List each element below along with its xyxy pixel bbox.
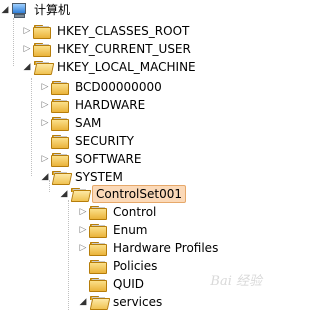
tree-item-policies[interactable]: Policies [78,257,159,275]
folder-icon [50,97,70,113]
tree-item-label: Control [113,205,157,219]
folder-icon [88,240,108,256]
tree-item-label: Policies [113,259,158,273]
tree-guide-line [68,200,69,310]
computer-icon [10,2,28,18]
folder-icon [50,115,70,131]
tree-guide-line [31,78,32,176]
tree-item-label: SECURITY [75,134,134,148]
folder-icon [32,23,52,39]
tree-item-label: QUID [113,277,145,291]
tree-item-label: SAM [75,116,102,130]
tree-item-hardware[interactable]: ▷ HARDWARE [40,96,147,114]
tree-guide-line [13,18,14,66]
tree-item-quid[interactable]: QUID [78,275,146,293]
tree-item-hkey-current-user[interactable]: ▷ HKEY_CURRENT_USER [22,40,193,58]
collapse-arrow-icon[interactable]: ◢ [22,58,32,76]
tree-item-bcd00000000[interactable]: ▷ BCD00000000 [40,78,164,96]
tree-item-security[interactable]: SECURITY [40,132,136,150]
tree-root-computer[interactable]: ◢ 计算机 [0,1,72,19]
watermark: Bai 经验 [210,274,262,289]
tree-item-system[interactable]: ◢ SYSTEM [40,168,125,186]
folder-open-icon [50,169,73,185]
tree-item-label: HKEY_LOCAL_MACHINE [57,60,196,74]
tree-item-hkey-local-machine[interactable]: ◢ HKEY_LOCAL_MACHINE [22,58,198,76]
tree-item-enum[interactable]: ▷ Enum [78,221,149,239]
tree-item-hardware-profiles[interactable]: ▷ Hardware Profiles [78,239,220,257]
tree-item-control[interactable]: ▷ Control [78,203,158,221]
folder-icon [50,133,70,149]
expand-arrow-icon[interactable]: ▷ [78,203,88,221]
collapse-arrow-icon[interactable]: ◢ [0,1,10,19]
tree-item-label: Enum [113,223,148,237]
tree-item-label: 计算机 [34,3,71,17]
tree-item-label: BCD00000000 [75,80,162,94]
collapse-arrow-icon[interactable]: ◢ [78,293,88,311]
expand-arrow-icon[interactable]: ▷ [40,150,50,168]
expand-arrow-icon[interactable]: ▷ [40,78,50,96]
tree-item-label: services [113,295,163,309]
folder-icon [88,258,108,274]
folder-open-icon [69,186,92,202]
tree-item-label: Hardware Profiles [113,241,219,255]
tree-item-label-selected: ControlSet001 [92,185,186,203]
tree-item-label: HKEY_CURRENT_USER [57,42,191,56]
tree-item-services[interactable]: ◢ services [78,293,164,311]
folder-icon [88,222,108,238]
folder-icon [88,204,108,220]
expand-arrow-icon[interactable]: ▷ [22,22,32,40]
tree-item-label: SOFTWARE [75,152,142,166]
collapse-arrow-icon[interactable]: ◢ [40,168,50,186]
folder-icon [50,151,70,167]
tree-item-hkey-classes-root[interactable]: ▷ HKEY_CLASSES_ROOT [22,22,191,40]
collapse-arrow-icon[interactable]: ◢ [59,185,69,203]
tree-item-label: HKEY_CLASSES_ROOT [57,24,190,38]
registry-tree: ◢ 计算机 ▷ HKEY_CLASSES_ROOT ▷ HKEY_CURRENT… [0,0,266,311]
folder-icon [88,276,108,292]
folder-open-icon [32,59,55,75]
folder-open-icon [88,294,111,310]
tree-item-label: HARDWARE [75,98,146,112]
expand-arrow-icon[interactable]: ▷ [22,40,32,58]
tree-item-controlset001[interactable]: ◢ ControlSet001 [59,185,186,203]
expand-arrow-icon[interactable]: ▷ [40,114,50,132]
folder-icon [50,79,70,95]
folder-icon [32,41,52,57]
tree-item-label: SYSTEM [75,170,123,184]
tree-item-software[interactable]: ▷ SOFTWARE [40,150,143,168]
expand-arrow-icon[interactable]: ▷ [78,221,88,239]
expand-arrow-icon[interactable]: ▷ [40,96,50,114]
tree-item-sam[interactable]: ▷ SAM [40,114,103,132]
expand-arrow-icon[interactable]: ▷ [78,239,88,257]
